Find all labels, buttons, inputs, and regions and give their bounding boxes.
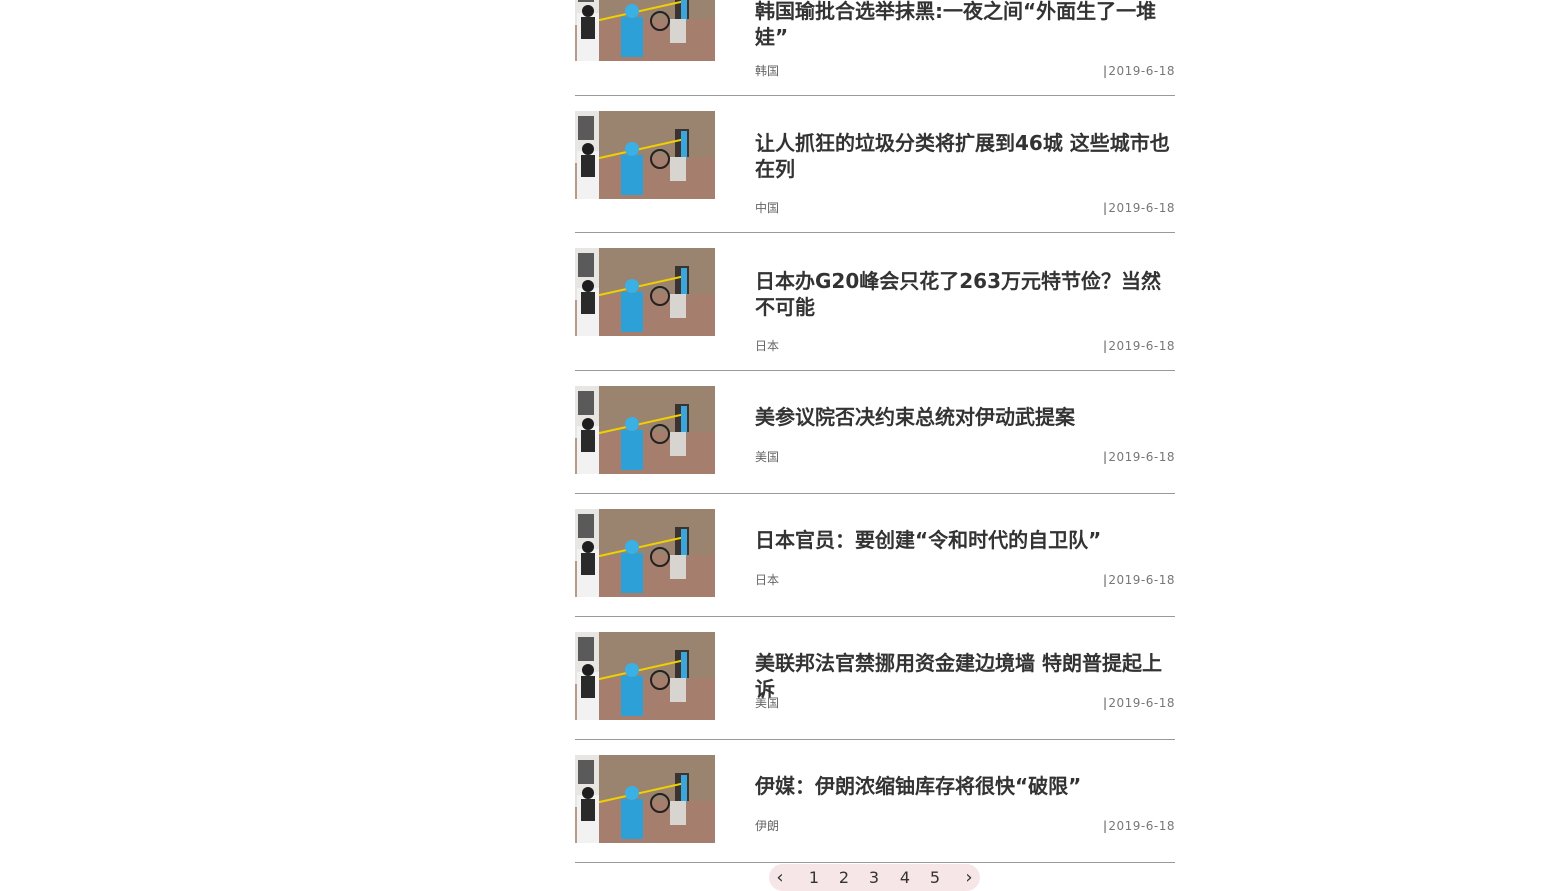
pagination: ‹ 1 2 3 4 5 › [769,864,980,891]
news-item[interactable]: 日本官员：要创建“令和时代的自卫队” 日本 | 2019-6-18 [575,494,1175,617]
news-title[interactable]: 让人抓狂的垃圾分类将扩展到46城 这些城市也在列 [755,130,1175,182]
page-link-2[interactable]: 2 [834,867,854,889]
news-category-tag[interactable]: 美国 [755,695,779,711]
meta-separator: | [1102,339,1107,353]
news-title[interactable]: 伊媒：伊朗浓缩铀库存将很快“破限” [755,773,1175,799]
meta-separator: | [1102,64,1107,78]
news-thumbnail[interactable] [575,509,715,597]
news-title[interactable]: 日本官员：要创建“令和时代的自卫队” [755,527,1175,553]
news-item[interactable]: 韩国瑜批合选举抹黑:一夜之间“外面生了一堆娃” 韩国 | 2019-6-18 [575,0,1175,96]
news-photo-icon [575,509,715,597]
news-item[interactable]: 日本办G20峰会只花了263万元特节俭？当然不可能 日本 | 2019-6-18 [575,233,1175,371]
news-title[interactable]: 韩国瑜批合选举抹黑:一夜之间“外面生了一堆娃” [755,0,1175,50]
page-link-1[interactable]: 1 [804,867,824,889]
meta-separator: | [1102,696,1107,710]
news-photo-icon [575,248,715,336]
page-link-3[interactable]: 3 [864,867,884,889]
news-meta: 美国 | 2019-6-18 [755,449,1175,465]
news-meta: 美国 | 2019-6-18 [755,695,1175,711]
news-date: 2019-6-18 [1108,696,1175,710]
news-category-tag[interactable]: 伊朗 [755,818,779,834]
news-date: 2019-6-18 [1108,819,1175,833]
news-date: 2019-6-18 [1108,573,1175,587]
page-link-4[interactable]: 4 [895,867,915,889]
news-thumbnail[interactable] [575,386,715,474]
news-thumbnail[interactable] [575,755,715,843]
news-thumbnail[interactable] [575,111,715,199]
page-link-5[interactable]: 5 [925,867,945,889]
news-item[interactable]: 美联邦法官禁挪用资金建边境墙 特朗普提起上诉 美国 | 2019-6-18 [575,617,1175,740]
news-meta: 日本 | 2019-6-18 [755,338,1175,354]
meta-separator: | [1102,450,1107,464]
news-photo-icon [575,111,715,199]
news-meta: 韩国 | 2019-6-18 [755,63,1175,79]
news-thumbnail[interactable] [575,248,715,336]
news-meta: 伊朗 | 2019-6-18 [755,818,1175,834]
news-photo-icon [575,386,715,474]
news-title[interactable]: 美参议院否决约束总统对伊动武提案 [755,404,1175,430]
news-category-tag[interactable]: 日本 [755,572,779,588]
news-category-tag[interactable]: 美国 [755,449,779,465]
news-meta: 日本 | 2019-6-18 [755,572,1175,588]
news-category-tag[interactable]: 中国 [755,200,779,216]
news-meta: 中国 | 2019-6-18 [755,200,1175,216]
news-thumbnail[interactable] [575,0,715,61]
news-date: 2019-6-18 [1108,201,1175,215]
news-title[interactable]: 日本办G20峰会只花了263万元特节俭？当然不可能 [755,268,1175,320]
meta-separator: | [1102,201,1107,215]
news-item[interactable]: 让人抓狂的垃圾分类将扩展到46城 这些城市也在列 中国 | 2019-6-18 [575,96,1175,233]
meta-separator: | [1102,819,1107,833]
pagination-next-icon[interactable]: › [959,867,979,889]
news-photo-icon [575,0,715,61]
news-photo-icon [575,632,715,720]
news-date: 2019-6-18 [1108,450,1175,464]
news-photo-icon [575,755,715,843]
news-item[interactable]: 伊媒：伊朗浓缩铀库存将很快“破限” 伊朗 | 2019-6-18 [575,740,1175,863]
meta-separator: | [1102,573,1107,587]
news-thumbnail[interactable] [575,632,715,720]
news-category-tag[interactable]: 日本 [755,338,779,354]
news-category-tag[interactable]: 韩国 [755,63,779,79]
news-date: 2019-6-18 [1108,339,1175,353]
pagination-prev-icon[interactable]: ‹ [770,867,790,889]
news-item[interactable]: 美参议院否决约束总统对伊动武提案 美国 | 2019-6-18 [575,371,1175,494]
news-date: 2019-6-18 [1108,64,1175,78]
